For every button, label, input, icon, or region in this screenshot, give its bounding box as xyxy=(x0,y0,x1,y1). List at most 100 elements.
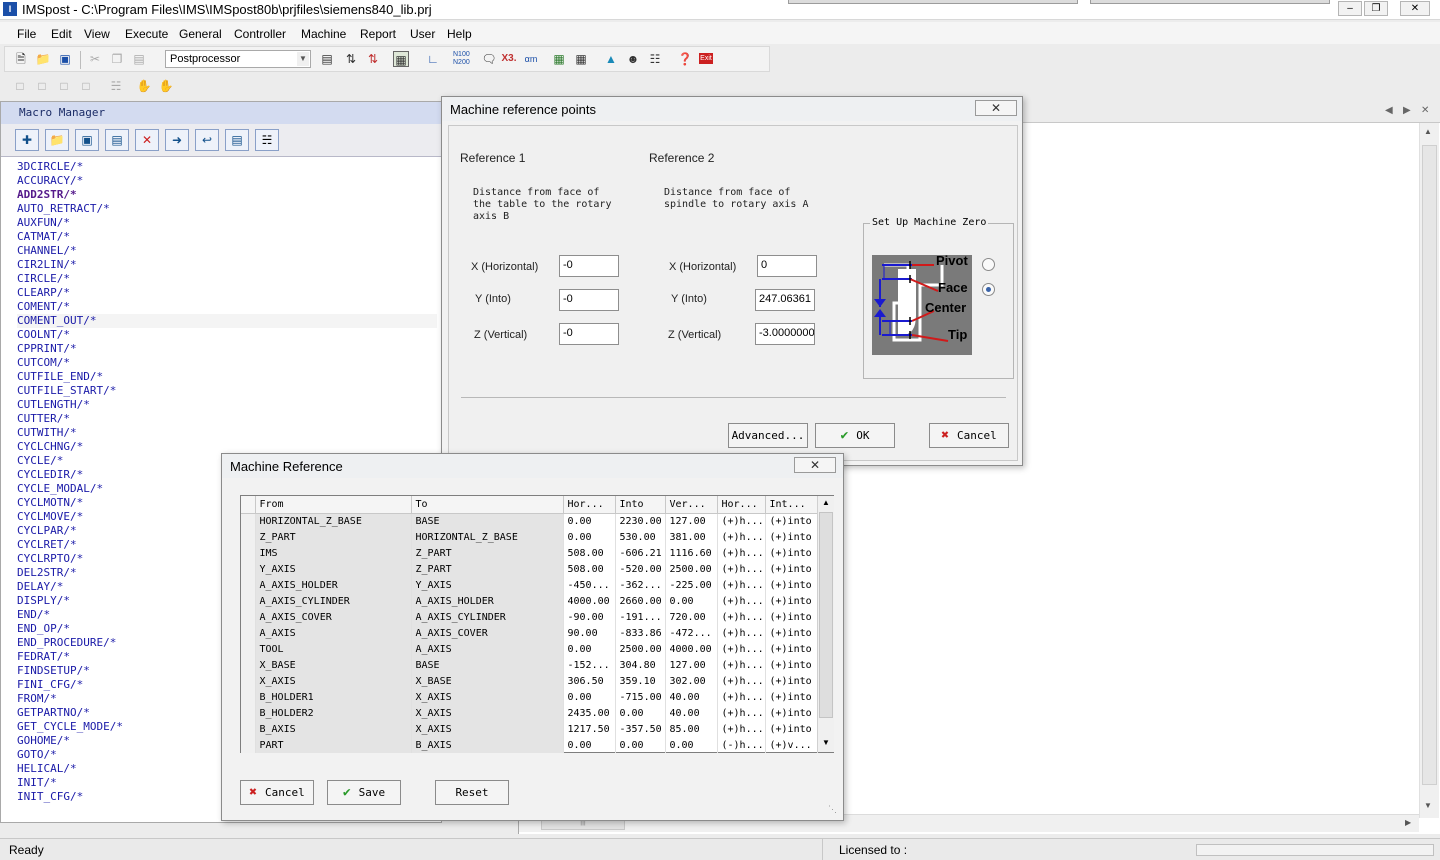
table-row[interactable]: X_BASE BASE -152... 304.80 127.00 (+)h... (+)i… xyxy=(241,657,818,673)
row-header[interactable] xyxy=(241,673,256,689)
sort-icon[interactable]: ⇅ xyxy=(343,51,359,67)
macro-list-item[interactable]: CIR2LIN/* xyxy=(17,258,437,272)
cell-from[interactable]: Y_AXIS xyxy=(255,561,412,577)
macro-list-item[interactable]: CUTLENGTH/* xyxy=(17,398,437,412)
table-row[interactable]: PART B_AXIS 0.00 0.00 0.00 (-)h... (+)v... xyxy=(241,737,818,753)
cell-vertical[interactable]: 0.00 xyxy=(665,737,718,753)
copy-icon[interactable]: ❐ xyxy=(109,51,125,67)
table-row[interactable]: A_AXIS A_AXIS_COVER 90.00 -833.86 -472... (+)… xyxy=(241,625,818,641)
cell-into-dir[interactable]: (+)into xyxy=(765,593,818,609)
close-tab-icon[interactable]: ✕ xyxy=(1421,105,1429,116)
scroll-up-icon[interactable]: ▲ xyxy=(1424,127,1432,136)
cell-vertical[interactable]: 4000.00 xyxy=(665,641,718,657)
cell-into-dir[interactable]: (+)into xyxy=(765,545,818,561)
macro-list-item[interactable]: CUTTER/* xyxy=(17,412,437,426)
cell-vertical[interactable]: -472... xyxy=(665,625,718,641)
scroll-down-icon[interactable]: ▼ xyxy=(822,738,830,747)
cell-hor-dir[interactable]: (+)h... xyxy=(717,721,766,737)
cell-from[interactable]: A_AXIS_COVER xyxy=(255,609,412,625)
cell-vertical[interactable]: 40.00 xyxy=(665,689,718,705)
close-button[interactable]: ✕ xyxy=(1400,1,1430,16)
row-header[interactable] xyxy=(241,561,256,577)
table-row[interactable]: A_AXIS_HOLDER Y_AXIS -450... -362... -225.00… xyxy=(241,577,818,593)
column-header-into-dir[interactable]: Int... xyxy=(765,496,818,514)
scroll-thumb[interactable] xyxy=(1422,145,1437,785)
row-header[interactable] xyxy=(241,609,256,625)
column-header-from[interactable]: From xyxy=(255,496,412,514)
cell-hor-dir[interactable]: (+)h... xyxy=(717,577,766,593)
cell-from[interactable]: X_BASE xyxy=(255,657,412,673)
find-icon[interactable]: ☵ xyxy=(108,78,124,94)
import-icon[interactable]: ↩ xyxy=(195,129,219,151)
cell-horizontal[interactable]: 0.00 xyxy=(563,689,616,705)
cell-to[interactable]: X_AXIS xyxy=(411,689,564,705)
chevron-down-icon[interactable]: ▼ xyxy=(297,52,309,66)
macro-list-item[interactable]: CATMAT/* xyxy=(17,230,437,244)
pivot-radio[interactable] xyxy=(982,258,995,271)
cell-into[interactable]: -357.50 xyxy=(615,721,666,737)
cell-from[interactable]: A_AXIS xyxy=(255,625,412,641)
macro-list-item[interactable]: CUTWITH/* xyxy=(17,426,437,440)
minimize-button[interactable]: – xyxy=(1338,1,1362,16)
cell-from[interactable]: PART xyxy=(255,737,412,753)
cell-from[interactable]: B_HOLDER1 xyxy=(255,689,412,705)
cell-horizontal[interactable]: 0.00 xyxy=(563,641,616,657)
cell-vertical[interactable]: 85.00 xyxy=(665,721,718,737)
cell-hor-dir[interactable]: (-)h... xyxy=(717,737,766,753)
cell-into-dir[interactable]: (+)into xyxy=(765,577,818,593)
menu-controller[interactable]: Controller xyxy=(234,27,286,41)
ref1-z-field[interactable]: -0 xyxy=(559,323,619,345)
cell-vertical[interactable]: 0.00 xyxy=(665,593,718,609)
cell-to[interactable]: A_AXIS_HOLDER xyxy=(411,593,564,609)
table-row[interactable]: B_HOLDER1 X_AXIS 0.00 -715.00 40.00 (+)h... (+… xyxy=(241,689,818,705)
table-row[interactable]: Z_PART HORIZONTAL_Z_BASE 0.00 530.00 381.00(… xyxy=(241,529,818,545)
cell-into[interactable]: -715.00 xyxy=(615,689,666,705)
cell-into[interactable]: -520.00 xyxy=(615,561,666,577)
new-macro-icon[interactable]: ✚ xyxy=(15,129,39,151)
cell-from[interactable]: TOOL xyxy=(255,641,412,657)
properties-icon[interactable]: ▤ xyxy=(225,129,249,151)
tree-icon[interactable]: ☷ xyxy=(647,51,663,67)
ref2-y-field[interactable]: 247.06361 xyxy=(755,289,815,311)
scroll-right-icon[interactable]: ▶ xyxy=(1405,818,1411,827)
cell-into-dir[interactable]: (+)into xyxy=(765,705,818,721)
macro-list-item[interactable]: CUTFILE_START/* xyxy=(17,384,437,398)
scroll-down-icon[interactable]: ▼ xyxy=(1424,801,1432,810)
x3-icon[interactable]: X3. xyxy=(501,51,517,67)
cell-hor-dir[interactable]: (+)h... xyxy=(717,625,766,641)
cell-vertical[interactable]: 720.00 xyxy=(665,609,718,625)
menu-report[interactable]: Report xyxy=(360,27,396,41)
cell-horizontal[interactable]: 0.00 xyxy=(563,513,616,529)
cell-hor-dir[interactable]: (+)h... xyxy=(717,689,766,705)
cell-to[interactable]: BASE xyxy=(411,657,564,673)
ref1-y-field[interactable]: -0 xyxy=(559,289,619,311)
advanced-button[interactable]: Advanced... xyxy=(728,423,808,448)
cell-hor-dir[interactable]: (+)h... xyxy=(717,513,766,529)
cell-hor-dir[interactable]: (+)h... xyxy=(717,609,766,625)
cell-horizontal[interactable]: 2435.00 xyxy=(563,705,616,721)
cell-to[interactable]: A_AXIS_CYLINDER xyxy=(411,609,564,625)
face-radio[interactable] xyxy=(982,283,995,296)
cell-from[interactable]: Z_PART xyxy=(255,529,412,545)
hand-icon[interactable]: ✋ xyxy=(136,78,152,94)
cell-to[interactable]: HORIZONTAL_Z_BASE xyxy=(411,529,564,545)
row-header[interactable] xyxy=(241,577,256,593)
macro-icon[interactable]: αm xyxy=(523,51,539,67)
close-button[interactable]: ✕ xyxy=(975,100,1017,116)
cell-from[interactable]: HORIZONTAL_Z_BASE xyxy=(255,513,412,529)
table-row[interactable]: X_AXIS X_BASE 306.50 359.10 302.00 (+)h... (+)… xyxy=(241,673,818,689)
balloon-icon[interactable]: 🗨 xyxy=(481,51,497,67)
cell-horizontal[interactable]: -152... xyxy=(563,657,616,673)
table-scrollbar[interactable]: ▲ ▼ xyxy=(817,496,834,752)
ok-button[interactable]: ✔ OK xyxy=(815,423,895,448)
save-macro-icon[interactable]: ▣ xyxy=(75,129,99,151)
cell-vertical[interactable]: 127.00 xyxy=(665,513,718,529)
table-row[interactable]: B_AXIS X_AXIS 1217.50 -357.50 85.00 (+)h... (+… xyxy=(241,721,818,737)
frame-icon[interactable]: □ xyxy=(12,78,28,94)
cell-to[interactable]: Z_PART xyxy=(411,561,564,577)
table-row[interactable]: A_AXIS_COVER A_AXIS_CYLINDER -90.00 -191...… xyxy=(241,609,818,625)
find-icon[interactable]: ☵ xyxy=(255,129,279,151)
row-header[interactable] xyxy=(241,593,256,609)
cell-from[interactable]: X_AXIS xyxy=(255,673,412,689)
resize-grip-icon[interactable]: ⋱ xyxy=(828,804,837,815)
